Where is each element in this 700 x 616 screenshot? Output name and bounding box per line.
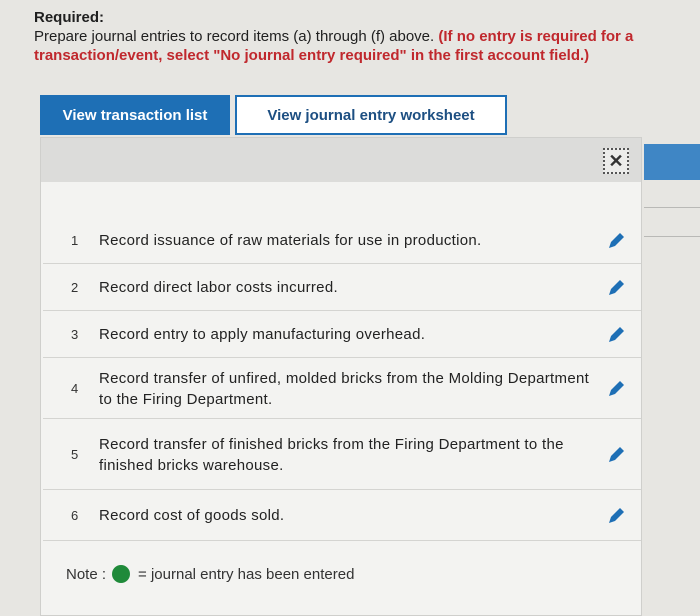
view-transaction-list-button[interactable]: View transaction list <box>40 95 230 135</box>
pencil-icon <box>609 279 624 295</box>
transaction-text: Record transfer of unfired, molded brick… <box>99 369 590 408</box>
page: Required: Prepare journal entries to rec… <box>0 0 700 616</box>
transaction-row[interactable]: 2 Record direct labor costs incurred. <box>43 265 641 311</box>
green-dot-icon <box>112 565 131 583</box>
transaction-text: Record transfer of finished bricks from … <box>99 435 564 474</box>
transaction-text: Record entry to apply manufacturing over… <box>99 326 426 343</box>
close-button[interactable]: ✕ <box>603 148 629 174</box>
required-instruction: Prepare journal entries to record items … <box>34 28 435 45</box>
note-text: = journal entry has been entered <box>138 565 355 583</box>
edit-button[interactable] <box>591 278 641 298</box>
background-divider <box>644 207 700 208</box>
transaction-row[interactable]: 1 Record issuance of raw materials for u… <box>43 218 641 264</box>
panel-header: ✕ <box>41 138 641 182</box>
background-divider <box>644 236 700 237</box>
view-journal-entry-worksheet-button[interactable]: View journal entry worksheet <box>235 95 507 135</box>
transaction-number: 5 <box>71 447 79 462</box>
transaction-row[interactable]: 3 Record entry to apply manufacturing ov… <box>43 312 641 358</box>
transaction-row[interactable]: 5 Record transfer of finished bricks fro… <box>43 420 641 490</box>
transaction-row[interactable]: 6 Record cost of goods sold. <box>43 491 641 541</box>
edit-button[interactable] <box>591 379 641 399</box>
pencil-icon <box>609 507 624 523</box>
transaction-text: Record issuance of raw materials for use… <box>99 232 482 249</box>
note-legend: Note : = journal entry has been entered <box>66 565 354 583</box>
transaction-number: 1 <box>71 233 79 248</box>
pencil-icon <box>609 446 624 462</box>
required-instructions: Required: Prepare journal entries to rec… <box>34 8 684 65</box>
required-heading: Required: <box>34 9 105 26</box>
pencil-icon <box>609 326 624 342</box>
edit-button[interactable] <box>591 231 641 251</box>
transaction-text: Record direct labor costs incurred. <box>99 279 338 296</box>
background-tab-strip <box>644 144 700 180</box>
transaction-row[interactable]: 4 Record transfer of unfired, molded bri… <box>43 359 641 419</box>
transaction-number: 4 <box>71 381 79 396</box>
edit-button[interactable] <box>591 445 641 465</box>
transaction-number: 3 <box>71 327 79 342</box>
transaction-number: 6 <box>71 508 79 523</box>
transaction-text: Record cost of goods sold. <box>99 507 285 524</box>
close-icon: ✕ <box>608 150 624 171</box>
edit-button[interactable] <box>591 506 641 526</box>
note-label: Note : <box>66 565 107 583</box>
transaction-number: 2 <box>71 280 79 295</box>
edit-button[interactable] <box>591 325 641 345</box>
pencil-icon <box>609 232 624 248</box>
pencil-icon <box>609 380 624 396</box>
transaction-list-panel: ✕ 1 Record issuance of raw materials for… <box>40 137 642 616</box>
